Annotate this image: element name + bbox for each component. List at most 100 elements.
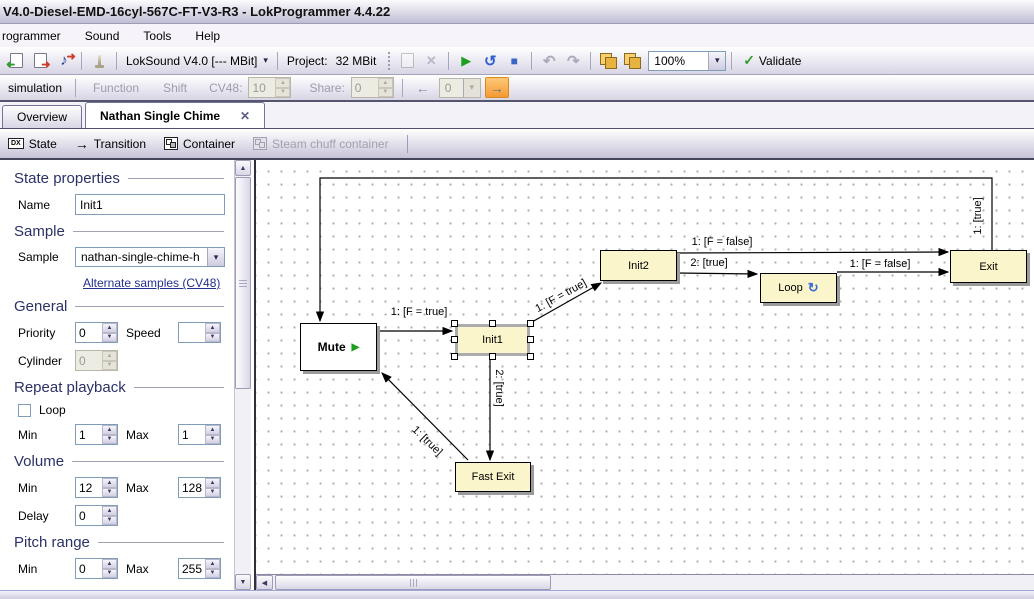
separator	[448, 52, 449, 70]
delay-value[interactable]	[76, 506, 102, 525]
sample-combo[interactable]: nathan-single-chime-h ▾	[75, 247, 225, 267]
shift-label-disabled: Shift	[163, 81, 187, 95]
state-node-init2[interactable]: Init2	[600, 250, 677, 281]
spin-down-icon[interactable]: ▼	[205, 488, 220, 498]
step-back-button[interactable]: ←	[411, 77, 435, 98]
spin-down-icon[interactable]: ▼	[102, 488, 117, 498]
panel-vertical-scrollbar[interactable]: ▲ ▼	[234, 160, 251, 590]
canvas-horizontal-scrollbar[interactable]: ◀	[256, 574, 1034, 590]
read-decoder-button[interactable]: ➜	[4, 50, 28, 72]
transition-arrow-icon: →	[75, 136, 89, 152]
priority-spinner[interactable]: ▲ ▼	[75, 322, 118, 343]
add-transition-button[interactable]: → Transition	[75, 136, 146, 152]
state-node-mute[interactable]: Mute ▶	[300, 323, 377, 371]
write-sound-button[interactable]: ♪ ➜	[52, 50, 76, 72]
spin-down-icon[interactable]: ▼	[102, 569, 117, 579]
node-label: Loop	[778, 282, 802, 294]
selection-handle[interactable]	[489, 320, 496, 327]
selection-handle[interactable]	[451, 353, 458, 360]
repeat-min-spinner[interactable]: ▲ ▼	[75, 424, 118, 445]
selection-handle[interactable]	[451, 336, 458, 343]
spin-up-icon[interactable]: ▲	[102, 506, 117, 516]
simulation-reset-button[interactable]: ↺	[478, 50, 502, 72]
state-node-loop[interactable]: Loop ↻	[760, 273, 837, 303]
pitch-min-value[interactable]	[76, 559, 102, 578]
spin-down-icon[interactable]: ▼	[205, 333, 220, 343]
speed-value[interactable]	[179, 323, 205, 342]
spin-up-icon: ▲	[275, 78, 290, 88]
state-node-exit[interactable]: Exit	[950, 250, 1027, 283]
validate-button[interactable]: ✓ Validate	[737, 50, 807, 72]
volume-max-value[interactable]	[179, 478, 205, 497]
spin-up-icon[interactable]: ▲	[205, 323, 220, 333]
spin-up-icon[interactable]: ▲	[102, 559, 117, 569]
simulation-play-button[interactable]: ▶	[454, 50, 478, 72]
menu-sound[interactable]: Sound	[73, 26, 132, 46]
pitch-max-spinner[interactable]: ▲ ▼	[178, 558, 221, 579]
selection-handle[interactable]	[527, 353, 534, 360]
loop-checkbox[interactable]	[18, 404, 31, 417]
spin-up-icon[interactable]: ▲	[205, 425, 220, 435]
step-forward-button[interactable]: →	[485, 77, 509, 98]
edge-label-exit-to-mute: 1: [true]	[972, 197, 984, 234]
programmer-device-button[interactable]	[87, 50, 111, 72]
node-label: Exit	[979, 261, 997, 273]
volume-min-spinner[interactable]: ▲ ▼	[75, 477, 118, 498]
selection-handle[interactable]	[489, 353, 496, 360]
scroll-down-button[interactable]: ▼	[235, 574, 251, 590]
chevron-down-icon[interactable]: ▾	[207, 248, 224, 266]
tab-nathan-single-chime[interactable]: Nathan Single Chime ✕	[85, 102, 265, 128]
spin-down-icon: ▼	[102, 361, 117, 371]
volume-max-spinner[interactable]: ▲ ▼	[178, 477, 221, 498]
pitch-max-value[interactable]	[179, 559, 205, 578]
spin-down-icon[interactable]: ▼	[102, 333, 117, 343]
share-value	[352, 78, 378, 97]
tab-overview[interactable]: Overview	[2, 105, 82, 128]
alternate-samples-link[interactable]: Alternate samples (CV48)	[83, 276, 220, 290]
spin-up-icon[interactable]: ▲	[102, 425, 117, 435]
scrollbar-thumb[interactable]	[235, 177, 251, 389]
state-node-init1-selected[interactable]: Init1	[455, 324, 530, 356]
section-title: Pitch range	[14, 534, 90, 551]
spin-up-icon[interactable]: ▲	[205, 559, 220, 569]
selection-handle[interactable]	[527, 320, 534, 327]
delete-icon: ✕	[426, 53, 437, 69]
menu-programmer[interactable]: rogrammer	[0, 26, 73, 46]
zoom-combo[interactable]: 100% ▾	[648, 51, 726, 71]
tab-close-icon[interactable]: ✕	[240, 109, 250, 123]
priority-value[interactable]	[76, 323, 102, 342]
add-container-button[interactable]: Container	[164, 137, 235, 151]
spin-down-icon[interactable]: ▼	[102, 516, 117, 526]
state-node-fast-exit[interactable]: Fast Exit	[455, 462, 531, 492]
name-field[interactable]	[75, 194, 225, 215]
menu-help[interactable]: Help	[183, 26, 232, 46]
scroll-left-button[interactable]: ◀	[256, 575, 273, 590]
spin-up-icon[interactable]: ▲	[205, 478, 220, 488]
bring-to-front-button[interactable]	[596, 50, 620, 72]
spin-down-icon[interactable]: ▼	[102, 435, 117, 445]
volume-min-value[interactable]	[76, 478, 102, 497]
pitch-min-spinner[interactable]: ▲ ▼	[75, 558, 118, 579]
delay-spinner[interactable]: ▲ ▼	[75, 505, 118, 526]
speed-spinner[interactable]: ▲ ▼	[178, 322, 221, 343]
separator	[75, 79, 76, 97]
write-decoder-button[interactable]: ➜	[28, 50, 52, 72]
add-state-button[interactable]: DX State	[8, 137, 57, 151]
repeat-max-spinner[interactable]: ▲ ▼	[178, 424, 221, 445]
menu-tools[interactable]: Tools	[131, 26, 183, 46]
repeat-max-value[interactable]	[179, 425, 205, 444]
send-to-back-button[interactable]	[620, 50, 644, 72]
spin-up-icon[interactable]: ▲	[102, 478, 117, 488]
spin-down-icon[interactable]: ▼	[205, 569, 220, 579]
spin-down-icon[interactable]: ▼	[205, 435, 220, 445]
chevron-down-icon[interactable]: ▾	[708, 52, 725, 70]
diagram-canvas[interactable]: 1: [true] 1: [F = true] 1: [F = true] 1:…	[256, 160, 1034, 574]
decoder-type-combo[interactable]: LokSound V4.0 [--- MBit] ▾	[122, 50, 272, 72]
simulation-stop-button[interactable]: ■	[502, 50, 526, 72]
scroll-up-button[interactable]: ▲	[235, 160, 251, 176]
spin-up-icon[interactable]: ▲	[102, 323, 117, 333]
repeat-min-value[interactable]	[76, 425, 102, 444]
selection-handle[interactable]	[451, 320, 458, 327]
scrollbar-thumb[interactable]	[275, 575, 551, 590]
selection-handle[interactable]	[527, 336, 534, 343]
